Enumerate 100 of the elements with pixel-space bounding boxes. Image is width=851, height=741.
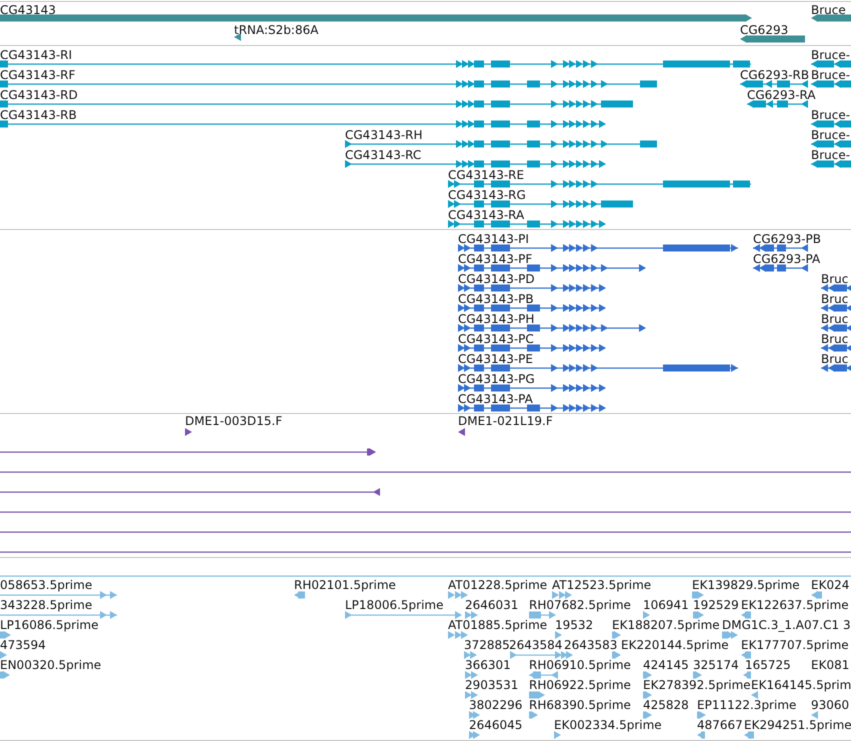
gene-glyph: [740, 35, 805, 44]
est-glyph: [612, 651, 621, 660]
transcript-glyph: [811, 140, 851, 149]
feature-label: EK024: [811, 578, 850, 592]
feature-label: 372885: [464, 638, 510, 652]
protein-glyph: [821, 284, 851, 293]
est-glyph: [465, 611, 478, 620]
feature-label: CG6293-RB: [740, 68, 810, 82]
est-glyph: [692, 591, 704, 600]
feature-label: Bruce-: [811, 128, 850, 142]
feature-label: Bruc: [821, 312, 848, 326]
feature-label: 106941: [643, 598, 689, 612]
est-glyph: [744, 731, 754, 740]
feature-label: CG43143-PE: [458, 352, 533, 366]
feature-label: 343228.5prime: [0, 598, 92, 612]
feature-label: 2643583: [564, 638, 618, 652]
protein-glyph: [821, 364, 851, 373]
est-glyph: [555, 631, 562, 640]
est-glyph: [0, 651, 8, 660]
feature-label: CG6293: [740, 23, 788, 37]
feature-label: Bruce-: [811, 68, 850, 82]
est-glyph: [697, 731, 705, 740]
feature-label: CG43143-RD: [0, 88, 78, 102]
feature-label: LP16086.5prime: [0, 618, 99, 632]
feature-label: Bruc: [821, 272, 848, 286]
est-glyph: [751, 691, 758, 700]
feature-label: CG43143-PB: [458, 292, 534, 306]
feature-label: CG6293-RA: [747, 88, 816, 102]
transcript-glyph: [811, 80, 851, 89]
est-glyph: [529, 711, 538, 720]
feature-label: CG43143-PD: [458, 272, 535, 286]
feature-label: EK139829.5prime: [692, 578, 800, 592]
est-glyph: [529, 691, 545, 700]
feature-label: CG6293-PB: [753, 232, 822, 246]
feature-label: 2643584: [509, 638, 562, 652]
est-glyph: [741, 651, 751, 660]
clone-glyph: [458, 428, 466, 437]
est-glyph: [464, 651, 477, 660]
feature-label: EK081: [811, 658, 850, 672]
est-glyph: [693, 671, 702, 680]
est-glyph: [811, 591, 822, 600]
feature-label: CG43143-PG: [458, 372, 535, 386]
feature-label: CG6293-PA: [753, 252, 820, 266]
feature-label: 165725: [745, 658, 791, 672]
feature-label: EK220144.5prime: [621, 638, 729, 652]
est-glyph: [469, 731, 480, 740]
est-glyph: [465, 691, 478, 700]
feature-label: RH06910.5prime: [529, 658, 631, 672]
feature-label: 2646031: [465, 598, 518, 612]
est-glyph: [448, 631, 468, 640]
feature-label: 3: [843, 618, 851, 632]
gene-glyph: [234, 33, 241, 42]
transcript-glyph: [811, 120, 851, 129]
est-glyph: [693, 611, 704, 620]
feature-label: 2903531: [465, 678, 518, 692]
feature-label: CG43143-PA: [458, 392, 533, 406]
feature-label: Bruc: [821, 292, 848, 306]
est-glyph: [529, 611, 556, 620]
est-glyph: [529, 671, 558, 680]
feature-label: tRNA:S2b:86A: [234, 23, 318, 37]
feature-label: AT01885.5prime: [448, 618, 548, 632]
feature-label: CG43143-RC: [345, 148, 422, 162]
feature-label: 487667: [697, 718, 743, 732]
feature-label: Bruce-: [811, 48, 850, 62]
feature-label: Bruce-: [811, 148, 850, 162]
feature-label: RH06922.5prime: [529, 678, 631, 692]
feature-label: CG43143-RG: [448, 188, 526, 202]
feature-label: RH02101.5prime: [294, 578, 396, 592]
feature-label: 2646045: [469, 718, 522, 732]
feature-label: EK122637.5prime: [741, 598, 849, 612]
est-glyph: [643, 611, 650, 620]
feature-label: EK177707.5prime: [741, 638, 849, 652]
feature-label: 325174: [693, 658, 739, 672]
est-glyph: [469, 711, 480, 720]
feature-label: 424145: [643, 658, 689, 672]
protein-glyph: [753, 244, 808, 253]
transcript-glyph: [747, 100, 808, 109]
est-glyph: [448, 591, 468, 600]
feature-label: 19532: [555, 618, 594, 632]
feature-label: EK188207.5prime: [612, 618, 720, 632]
est-glyph: [643, 711, 652, 720]
gene-glyph: [811, 14, 851, 23]
feature-label: CG43143-PF: [458, 252, 532, 266]
feature-label: Bruce: [811, 3, 846, 17]
protein-glyph: [821, 324, 851, 333]
feature-label: DME1-003D15.F: [185, 414, 282, 428]
transcript-glyph: [811, 160, 851, 169]
feature-label: EK294251.5prime: [744, 718, 851, 732]
feature-label: EP11122.3prime: [697, 698, 796, 712]
feature-label: AT01228.5prime: [448, 578, 548, 592]
feature-label: Bruce-: [811, 108, 850, 122]
est-glyph: [294, 591, 305, 600]
transcript-glyph: [740, 80, 808, 89]
feature-label: 93060: [811, 698, 850, 712]
feature-label: CG43143-PC: [458, 332, 534, 346]
est-glyph: [643, 671, 652, 680]
est-glyph: [811, 711, 818, 720]
est-glyph: [722, 631, 738, 640]
clone-glyph: [185, 428, 192, 437]
protein-glyph: [753, 264, 808, 273]
